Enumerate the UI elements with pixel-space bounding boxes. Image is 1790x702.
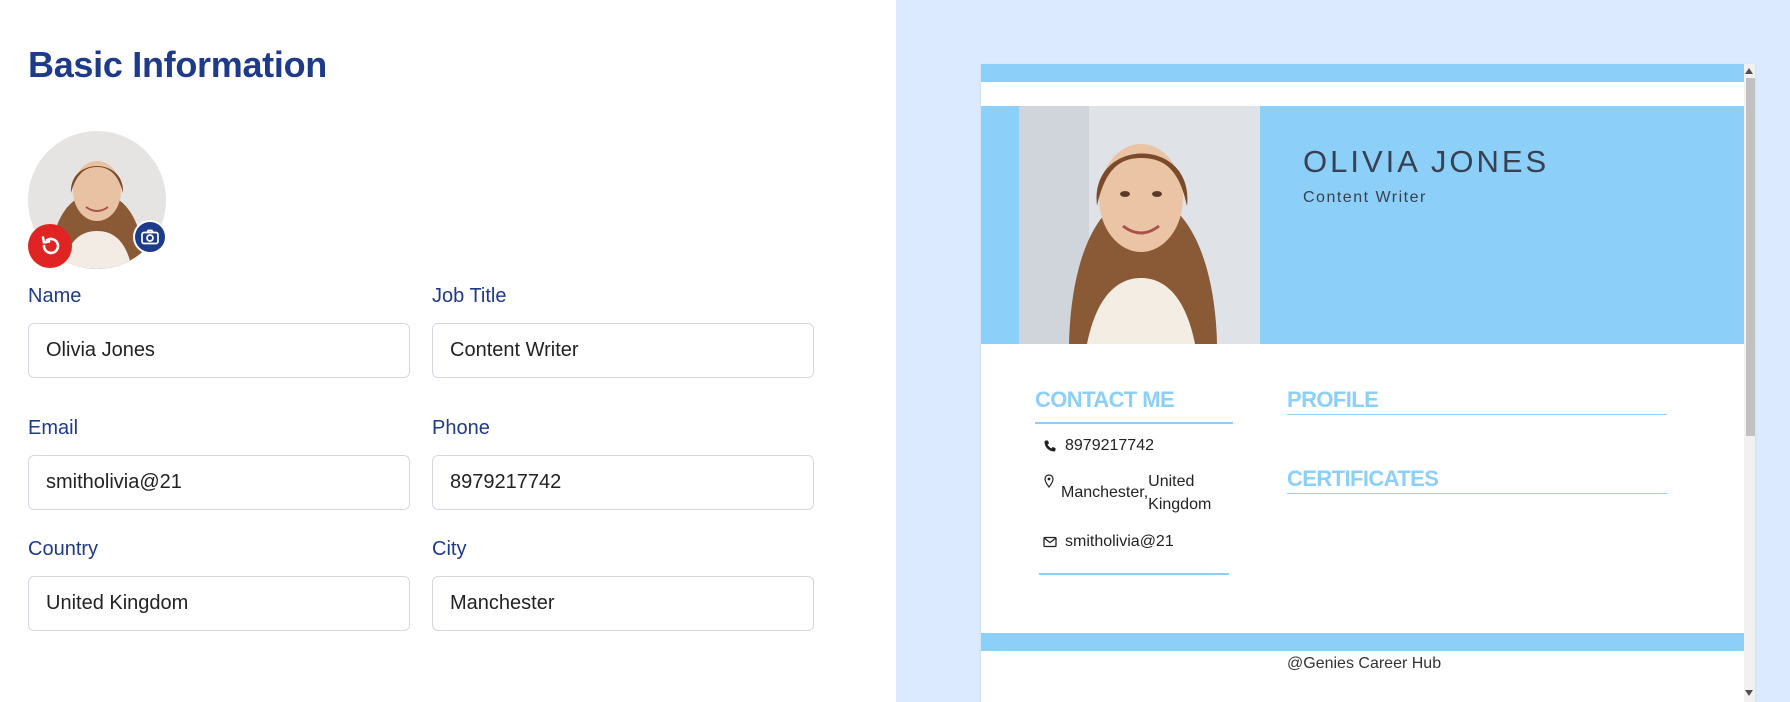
certificates-section-title: CERTIFICATES xyxy=(1287,466,1439,491)
contact-country: United Kingdom xyxy=(1148,473,1212,513)
resume-job-title: Content Writer xyxy=(1303,189,1427,206)
contact-phone: 8979217742 xyxy=(1065,437,1154,454)
location-pin-icon xyxy=(1044,474,1054,488)
resume-footer-band xyxy=(981,633,1744,651)
upload-photo-button[interactable] xyxy=(133,220,167,254)
resume-footer-text: @Genies Career Hub xyxy=(1287,655,1442,672)
page-title: Basic Information xyxy=(28,44,327,85)
contact-email-row: smitholivia@21 xyxy=(1043,533,1174,551)
avatar-editor xyxy=(28,131,167,269)
contact-email: smitholivia@21 xyxy=(1065,533,1174,550)
scroll-thumb[interactable] xyxy=(1746,78,1755,436)
camera-icon xyxy=(141,229,159,245)
contact-section-title: CONTACT ME xyxy=(1035,387,1175,412)
contact-title-underline xyxy=(1035,422,1233,424)
job-title-input[interactable] xyxy=(432,323,814,378)
resume-preview-panel: OLIVIA JONES Content Writer CONTACT ME 8… xyxy=(896,0,1790,702)
reset-photo-button[interactable] xyxy=(28,224,72,268)
certificates-title-underline xyxy=(1287,493,1667,494)
email-label: Email xyxy=(28,417,79,439)
scroll-up-arrow-icon[interactable] xyxy=(1745,68,1753,74)
resume-photo xyxy=(1019,106,1260,344)
profile-title-underline xyxy=(1287,414,1667,415)
email-input[interactable] xyxy=(28,455,410,510)
name-label: Name xyxy=(28,285,82,307)
job-title-label: Job Title xyxy=(432,285,507,307)
city-input[interactable] xyxy=(432,576,814,631)
resume-top-band xyxy=(981,64,1744,82)
mail-icon xyxy=(1043,536,1057,548)
basic-info-form: Basic Information Name Olivia Jones Job … xyxy=(0,0,896,702)
resume-name: OLIVIA JONES xyxy=(1303,144,1550,179)
undo-icon xyxy=(41,236,60,255)
phone-label: Phone xyxy=(432,417,490,439)
profile-section-title: PROFILE xyxy=(1287,387,1379,412)
contact-phone-row: 8979217742 xyxy=(1043,437,1154,455)
contact-city: Manchester, xyxy=(1061,484,1149,501)
country-label: Country xyxy=(28,538,99,560)
phone-icon xyxy=(1044,440,1056,452)
scroll-down-arrow-icon[interactable] xyxy=(1745,690,1753,696)
contact-bottom-rule xyxy=(1039,573,1229,575)
country-input[interactable] xyxy=(28,576,410,631)
name-input[interactable] xyxy=(28,323,410,378)
city-label: City xyxy=(432,538,467,560)
resume-preview[interactable]: OLIVIA JONES Content Writer CONTACT ME 8… xyxy=(981,64,1755,702)
preview-scrollbar[interactable] xyxy=(1744,64,1755,702)
phone-input[interactable] xyxy=(432,455,814,510)
contact-location-row: Manchester, United Kingdom xyxy=(1043,470,1218,516)
